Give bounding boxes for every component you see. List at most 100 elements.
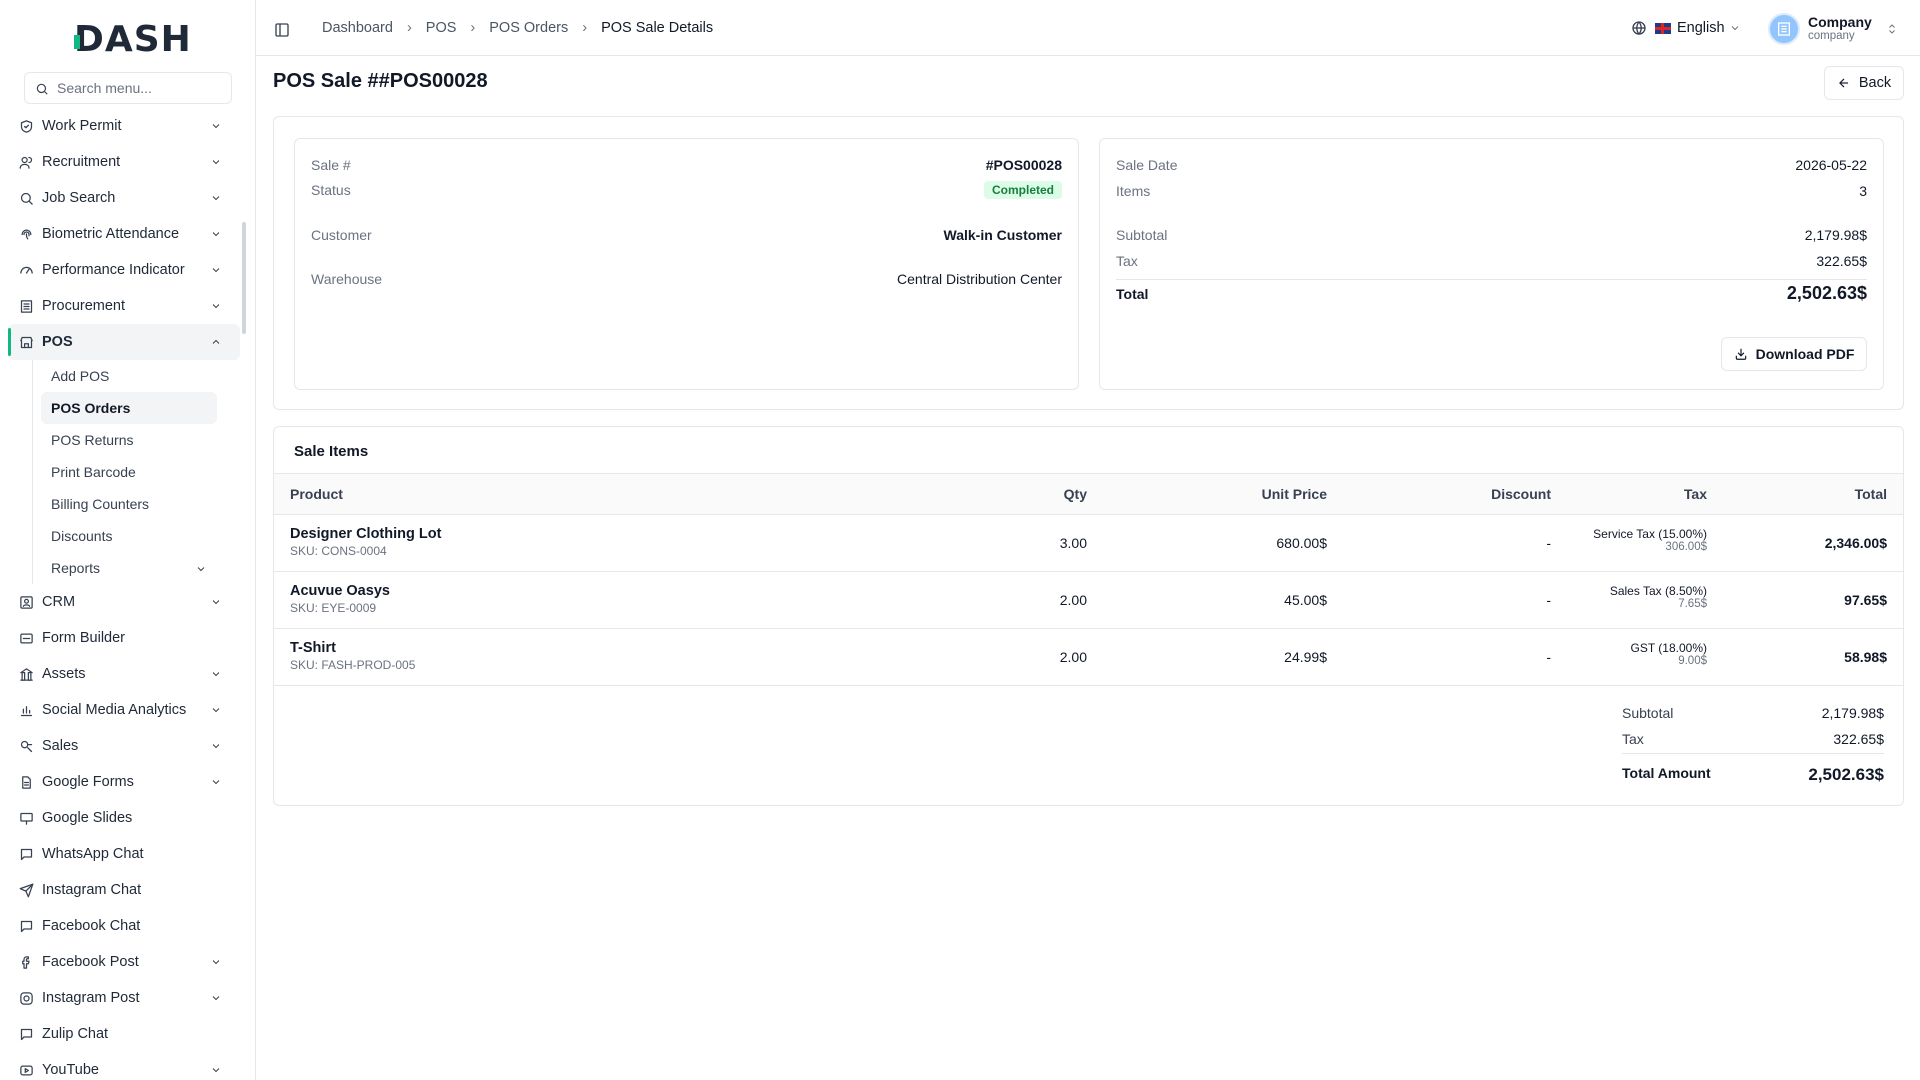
- breadcrumb-pos-orders[interactable]: POS Orders: [489, 20, 568, 36]
- tax-cell: Sales Tax (8.50%) 7.65$: [1610, 584, 1707, 610]
- subtotal-label: Subtotal: [1116, 227, 1168, 243]
- tax-label: Tax: [1116, 253, 1138, 269]
- sidebar-item-performance-indicator[interactable]: Performance Indicator: [8, 252, 240, 288]
- sidebar-item-recruitment[interactable]: Recruitment: [8, 144, 240, 180]
- col-unit-price: Unit Price: [1261, 486, 1327, 502]
- items-subtotal-label: Subtotal: [1622, 705, 1674, 721]
- back-button[interactable]: Back: [1824, 66, 1904, 100]
- breadcrumb-current: POS Sale Details: [601, 20, 714, 36]
- sidebar-item-youtube[interactable]: YouTube: [8, 1052, 240, 1080]
- product-cell: T-Shirt SKU: FASH-PROD-005: [290, 640, 415, 672]
- product-cell: Acuvue Oasys SKU: EYE-0009: [290, 583, 390, 615]
- breadcrumb-dashboard[interactable]: Dashboard: [322, 20, 393, 36]
- form-icon: [18, 630, 34, 646]
- status-label: Status: [311, 182, 351, 198]
- building-icon: [18, 298, 34, 314]
- sidebar-item-google-forms[interactable]: Google Forms: [8, 764, 240, 800]
- sale-items-title: Sale Items: [294, 443, 369, 460]
- sale-date-value: 2026-05-22: [1795, 157, 1867, 173]
- company-role: company: [1808, 30, 1855, 42]
- sidebar-item-crm[interactable]: CRM: [8, 584, 240, 620]
- assets-icon: [18, 666, 34, 682]
- sidebar-item-facebook-chat[interactable]: Facebook Chat: [8, 908, 240, 944]
- sidebar-item-google-slides[interactable]: Google Slides: [8, 800, 240, 836]
- sidebar-item-label: YouTube: [42, 1062, 99, 1078]
- search-placeholder: Search menu...: [57, 80, 152, 96]
- submenu-item-pos-orders[interactable]: POS Orders: [41, 392, 217, 424]
- submenu-item-label: Add POS: [51, 368, 110, 384]
- total-cell: 97.65$: [1844, 592, 1887, 608]
- warehouse-label: Warehouse: [311, 271, 383, 287]
- sidebar-item-label: Instagram Post: [42, 990, 140, 1006]
- submenu-item-add-pos[interactable]: Add POS: [41, 360, 217, 392]
- items-tax-row: Tax 322.65$: [1622, 731, 1884, 747]
- download-pdf-label: Download PDF: [1755, 346, 1855, 362]
- submenu-item-billing-counters[interactable]: Billing Counters: [41, 488, 217, 520]
- submenu-item-pos-returns[interactable]: POS Returns: [41, 424, 217, 456]
- col-product: Product: [290, 486, 343, 502]
- building-icon: [1778, 22, 1790, 36]
- sidebar-item-label: Google Forms: [42, 774, 134, 790]
- logo[interactable]: DASH: [74, 20, 192, 60]
- company-name: Company: [1808, 14, 1872, 30]
- items-count-row: Items 3: [1116, 183, 1867, 199]
- shield-check-icon: [18, 118, 34, 134]
- qty-cell: 2.00: [1059, 592, 1087, 608]
- chevron-down-icon: [210, 264, 222, 280]
- sidebar-item-procurement[interactable]: Procurement: [8, 288, 240, 324]
- sidebar-item-pos[interactable]: POS: [8, 324, 240, 360]
- sidebar-item-facebook-post[interactable]: Facebook Post: [8, 944, 240, 980]
- sidebar-item-sales[interactable]: Sales: [8, 728, 240, 764]
- sidebar-item-assets[interactable]: Assets: [8, 656, 240, 692]
- customer-value: Walk-in Customer: [943, 227, 1063, 243]
- chevron-down-icon: [210, 956, 222, 972]
- sidebar-item-label: WhatsApp Chat: [42, 846, 144, 862]
- submenu-item-print-barcode[interactable]: Print Barcode: [41, 456, 217, 488]
- total-label: Total: [1116, 285, 1149, 302]
- sidebar-item-zulip-chat[interactable]: Zulip Chat: [8, 1016, 240, 1052]
- instagram-icon: [18, 990, 34, 1006]
- logo-accent: [74, 35, 80, 49]
- submenu-item-reports[interactable]: Reports: [41, 552, 217, 584]
- youtube-icon: [18, 1062, 34, 1078]
- sidebar-item-form-builder[interactable]: Form Builder: [8, 620, 240, 656]
- product-name: Designer Clothing Lot: [290, 526, 442, 542]
- breadcrumb-pos[interactable]: POS: [426, 20, 457, 36]
- sidebar-item-work-permit[interactable]: Work Permit: [8, 108, 240, 144]
- message-icon: [18, 1026, 34, 1042]
- customer-row: Customer Walk-in Customer: [311, 227, 1062, 243]
- sidebar-nav: Work Permit Recruitment Job Search Biometri…: [8, 108, 240, 1080]
- submenu-item-label: Billing Counters: [51, 496, 150, 512]
- sidebar-toggle-icon[interactable]: [274, 22, 290, 41]
- company-switcher[interactable]: Company company: [1768, 13, 1898, 45]
- sidebar-item-social-media-analytics[interactable]: Social Media Analytics: [8, 692, 240, 728]
- sale-info-card: Sale # #POS00028 Status Completed Custom…: [294, 138, 1079, 390]
- unit-price-cell: 45.00$: [1284, 592, 1327, 608]
- chevron-down-icon: [210, 1064, 222, 1080]
- download-pdf-button[interactable]: Download PDF: [1721, 337, 1867, 371]
- items-tax-label: Tax: [1622, 731, 1644, 747]
- submenu-item-label: Discounts: [51, 528, 113, 544]
- sidebar-item-instagram-post[interactable]: Instagram Post: [8, 980, 240, 1016]
- items-total-value: 2,502.63$: [1808, 765, 1884, 784]
- chevron-down-icon: [210, 228, 222, 244]
- back-label: Back: [1858, 75, 1892, 91]
- chevron-down-icon: [210, 156, 222, 172]
- arrow-left-icon: [1838, 78, 1848, 88]
- submenu-item-discounts[interactable]: Discounts: [41, 520, 217, 552]
- sidebar-scrollbar[interactable]: [242, 222, 246, 334]
- tax-amount: 7.65$: [1678, 598, 1707, 610]
- submenu-item-label: Reports: [51, 560, 101, 576]
- file-text-icon: [18, 774, 34, 790]
- language-selector[interactable]: English: [1631, 20, 1741, 36]
- sidebar-item-instagram-chat[interactable]: Instagram Chat: [8, 872, 240, 908]
- sidebar-item-label: Zulip Chat: [42, 1026, 109, 1042]
- search-menu-input[interactable]: Search menu...: [24, 72, 232, 104]
- unit-price-cell: 680.00$: [1276, 535, 1327, 551]
- sidebar-item-whatsapp-chat[interactable]: WhatsApp Chat: [8, 836, 240, 872]
- message-icon: [18, 846, 34, 862]
- sidebar-item-biometric-attendance[interactable]: Biometric Attendance: [8, 216, 240, 252]
- total-value: 2,502.63$: [1786, 283, 1867, 303]
- sidebar-item-job-search[interactable]: Job Search: [8, 180, 240, 216]
- col-qty: Qty: [1063, 486, 1087, 502]
